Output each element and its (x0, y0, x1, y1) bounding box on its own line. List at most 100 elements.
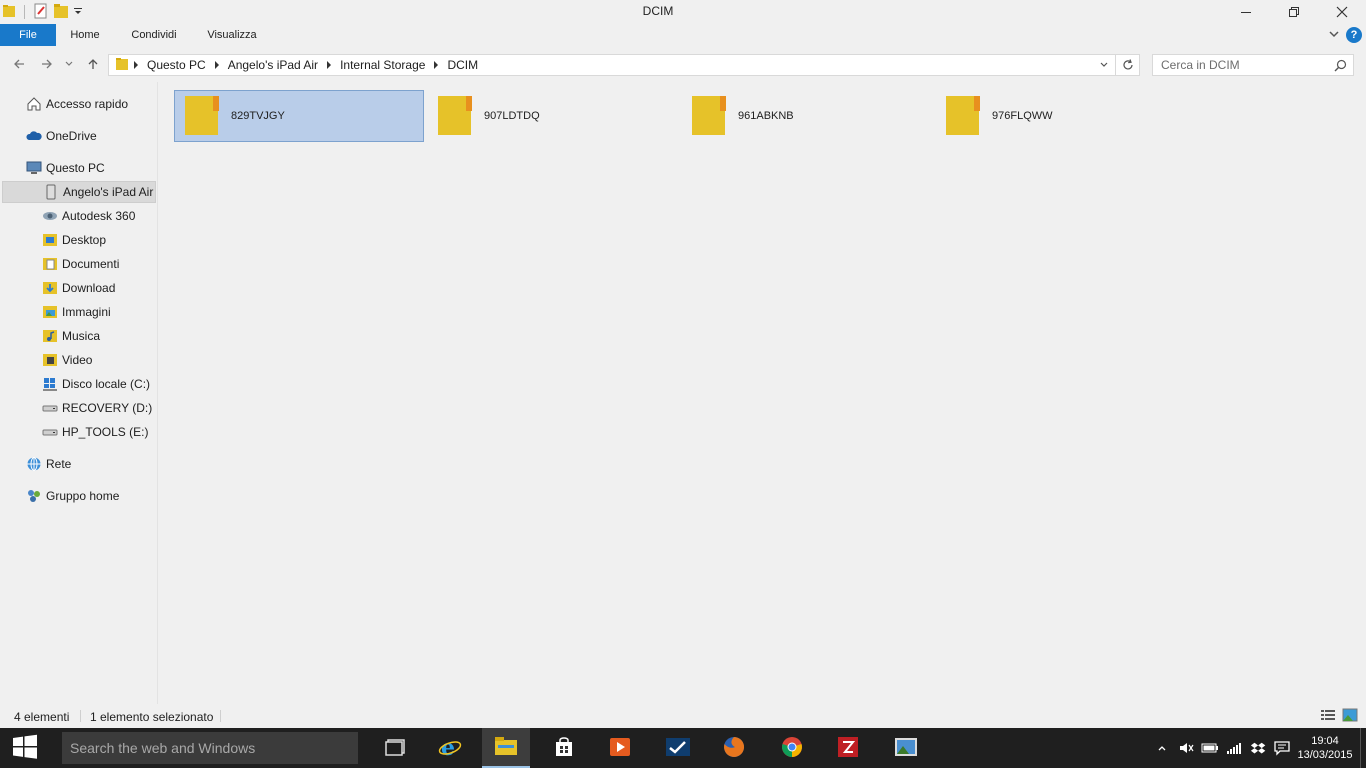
address-bar[interactable]: Questo PC Angelo's iPad Air Internal Sto… (108, 54, 1116, 76)
nav-item-label: Musica (62, 329, 101, 343)
help-icon[interactable]: ? (1346, 27, 1362, 43)
address-dropdown-button[interactable] (1093, 55, 1115, 75)
battery-icon[interactable] (1198, 728, 1222, 768)
media-player-icon (609, 736, 631, 761)
task-view-button[interactable] (372, 728, 420, 768)
folder-item[interactable]: 961ABKNB (682, 90, 932, 142)
tab-view[interactable]: Visualizza (196, 24, 268, 46)
search-input[interactable] (1153, 58, 1323, 72)
nav-item-label: Immagini (62, 305, 111, 319)
breadcrumb-item[interactable]: Angelo's iPad Air (224, 58, 322, 72)
forward-button[interactable] (38, 55, 56, 73)
folder-item[interactable]: 976FLQWW (936, 90, 1186, 142)
clock-date: 13/03/2015 (1297, 749, 1353, 761)
navigation-pane: Accesso rapido OneDrive Questo PC Angelo… (0, 82, 158, 704)
nav-item-local-disk-c[interactable]: Disco locale (C:) (2, 373, 156, 395)
nav-item-quick-access[interactable]: Accesso rapido (2, 93, 156, 115)
tab-file[interactable]: File (0, 24, 56, 46)
nav-item-label: RECOVERY (D:) (62, 401, 153, 415)
nav-item-onedrive[interactable]: OneDrive (2, 125, 156, 147)
homegroup-icon (26, 488, 42, 504)
nav-item-label: Download (62, 281, 116, 295)
nav-item-music[interactable]: Musica (2, 325, 156, 347)
breadcrumb-separator[interactable] (214, 61, 219, 69)
documents-folder-icon (42, 256, 58, 272)
show-hidden-icons-button[interactable] (1150, 728, 1174, 768)
chrome-button[interactable] (768, 728, 816, 768)
minimize-button[interactable] (1222, 0, 1270, 24)
photo-viewer-icon (894, 737, 918, 760)
tab-home[interactable]: Home (56, 24, 114, 46)
music-folder-icon (42, 328, 58, 344)
breadcrumb-separator[interactable] (134, 61, 138, 69)
internet-explorer-button[interactable]: e (426, 728, 474, 768)
dropbox-icon[interactable] (1246, 728, 1270, 768)
autodesk-icon (42, 208, 58, 224)
nav-item-ipad[interactable]: Angelo's iPad Air (2, 181, 156, 203)
navigation-bar: Questo PC Angelo's iPad Air Internal Sto… (0, 46, 1366, 82)
internet-explorer-icon: e (438, 735, 462, 762)
ribbon-right-controls: ? (1328, 24, 1366, 46)
breadcrumb-separator[interactable] (327, 61, 332, 69)
folder-item[interactable]: 907LDTDQ (428, 90, 678, 142)
back-button[interactable] (10, 55, 28, 73)
star-icon (26, 96, 42, 112)
clock[interactable]: 19:04 13/03/2015 (1294, 734, 1356, 762)
folder-icon (115, 57, 129, 74)
store-icon (554, 736, 574, 760)
title-bar: DCIM (0, 0, 1366, 24)
up-button[interactable] (84, 55, 102, 73)
file-list: 829TVJGY 907LDTDQ 961ABKNB 976FLQWW (159, 82, 1366, 704)
details-view-icon[interactable] (1320, 708, 1336, 725)
refresh-button[interactable] (1116, 54, 1140, 76)
recent-locations-button[interactable] (62, 55, 76, 73)
tab-share[interactable]: Condividi (118, 24, 190, 46)
search-icon[interactable] (1334, 59, 1347, 75)
breadcrumb-item[interactable]: Internal Storage (336, 58, 429, 72)
windows-drive-icon (42, 376, 58, 392)
chevron-down-icon[interactable] (1328, 28, 1340, 43)
nav-item-video[interactable]: Video (2, 349, 156, 371)
nav-item-homegroup[interactable]: Gruppo home (2, 485, 156, 507)
nav-item-autodesk[interactable]: Autodesk 360 (2, 205, 156, 227)
window-title: DCIM (642, 4, 674, 18)
photo-viewer-button[interactable] (882, 728, 930, 768)
nav-item-hp-tools-e[interactable]: HP_TOOLS (E:) (2, 421, 156, 443)
start-button[interactable] (0, 728, 50, 768)
nav-item-label: OneDrive (46, 129, 97, 143)
large-icons-view-icon[interactable] (1342, 708, 1358, 725)
media-player-button[interactable] (596, 728, 644, 768)
nav-item-download[interactable]: Download (2, 277, 156, 299)
checkmark-app-button[interactable] (654, 728, 702, 768)
folder-icon (945, 94, 981, 139)
folder-item[interactable]: 829TVJGY (174, 90, 424, 142)
breadcrumb-item[interactable]: DCIM (443, 58, 482, 72)
ipad-icon (43, 184, 59, 200)
breadcrumb-item[interactable]: Questo PC (143, 58, 210, 72)
filezilla-button[interactable] (824, 728, 872, 768)
notifications-icon[interactable] (1270, 728, 1294, 768)
show-desktop-button[interactable] (1360, 728, 1366, 768)
breadcrumb: Questo PC Angelo's iPad Air Internal Sto… (109, 55, 482, 75)
nav-item-network[interactable]: Rete (2, 453, 156, 475)
firefox-button[interactable] (710, 728, 758, 768)
store-button[interactable] (540, 728, 588, 768)
folder-icon (437, 94, 473, 139)
nav-item-recovery-d[interactable]: RECOVERY (D:) (2, 397, 156, 419)
nav-item-desktop[interactable]: Desktop (2, 229, 156, 251)
search-box[interactable] (1152, 54, 1354, 76)
file-explorer-button[interactable] (482, 728, 530, 768)
taskbar-search-box[interactable]: Search the web and Windows (62, 732, 358, 764)
close-button[interactable] (1318, 0, 1366, 24)
wifi-signal-icon[interactable] (1222, 728, 1246, 768)
drive-icon (42, 424, 58, 440)
breadcrumb-separator[interactable] (434, 61, 439, 69)
nav-item-documents[interactable]: Documenti (2, 253, 156, 275)
nav-item-label: Angelo's iPad Air (63, 185, 154, 199)
nav-item-this-pc[interactable]: Questo PC (2, 157, 156, 179)
system-tray: 19:04 13/03/2015 (1150, 728, 1366, 768)
nav-item-pictures[interactable]: Immagini (2, 301, 156, 323)
nav-item-label: Documenti (62, 257, 120, 271)
restore-button[interactable] (1270, 0, 1318, 24)
volume-muted-icon[interactable] (1174, 728, 1198, 768)
